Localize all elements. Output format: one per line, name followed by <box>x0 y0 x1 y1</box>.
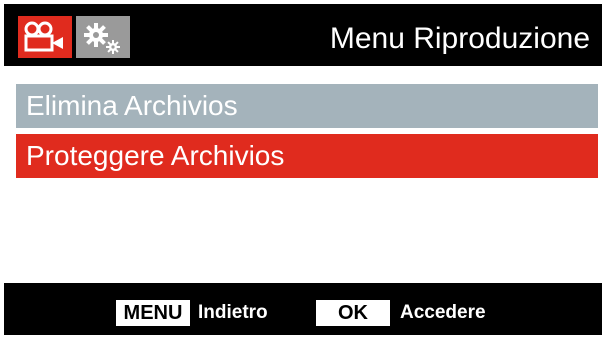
ok-key[interactable]: OK <box>316 300 390 326</box>
tab-settings[interactable] <box>76 16 130 58</box>
menu-item-protect-files[interactable]: Proteggere Archivios <box>16 134 598 178</box>
footer-bar: MENU Indietro OK Accedere <box>4 283 602 335</box>
dashcam-screen: Menu Riproduzione Elimina Archivios Prot… <box>4 4 602 335</box>
video-camera-icon <box>24 21 63 52</box>
menu-panel: Elimina Archivios Proteggere Archivios <box>4 66 602 283</box>
enter-hint: Accedere <box>400 302 486 323</box>
settings-gears-icon <box>84 23 120 54</box>
page-title: Menu Riproduzione <box>329 22 590 55</box>
tab-playback[interactable] <box>18 16 72 58</box>
menu-key[interactable]: MENU <box>116 300 190 326</box>
header-bar: Menu Riproduzione <box>4 4 602 66</box>
back-hint: Indietro <box>198 302 268 323</box>
menu-item-delete-files[interactable]: Elimina Archivios <box>16 84 598 128</box>
